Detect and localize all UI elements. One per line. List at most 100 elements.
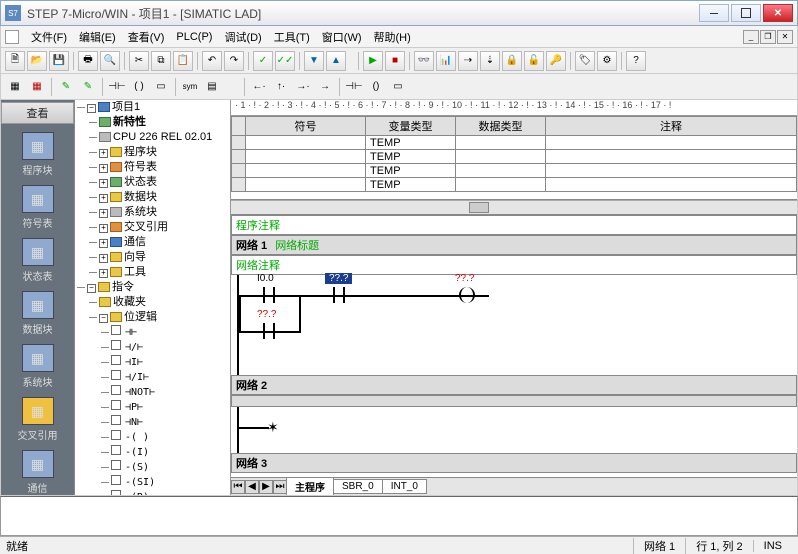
upload-button[interactable]: ▲ (326, 51, 346, 71)
local-variable-table[interactable]: 符号 变量类型 数据类型 注释 TEMPTEMPTEMPTEMP (231, 116, 797, 200)
ladder-network-2[interactable]: ✶ (237, 407, 797, 453)
minimize-button[interactable] (699, 4, 729, 22)
network-header-3[interactable]: 网络 3 (231, 453, 797, 473)
tree-node-label[interactable]: 工具 (124, 266, 146, 278)
insert-box-button[interactable]: ▭ (388, 77, 408, 97)
tree-toggle[interactable]: + (99, 179, 108, 188)
tab-scroll-first[interactable]: ⏮ (231, 480, 245, 494)
menu-tools[interactable]: 工具(T) (268, 27, 316, 47)
tree-fav[interactable]: 收藏夹 (113, 296, 146, 308)
print-preview-button[interactable]: 🔍 (100, 51, 120, 71)
line-down-button[interactable]: →· (293, 77, 313, 97)
table-row[interactable]: TEMP (232, 150, 797, 164)
tree-toggle[interactable]: + (99, 239, 108, 248)
nav-item-1[interactable]: ▦符号表 (8, 185, 68, 230)
maximize-button[interactable] (731, 4, 761, 22)
instruction-item[interactable]: ⊣/I⊢ (111, 370, 230, 385)
menu-window[interactable]: 窗口(W) (316, 27, 368, 47)
tree-node-label[interactable]: 状态表 (124, 176, 157, 188)
cut-button[interactable]: ✂ (129, 51, 149, 71)
network-header-1[interactable]: 网络 1 网络标题 (231, 235, 797, 255)
nav-item-4[interactable]: ▦系统块 (8, 344, 68, 389)
nav-item-6[interactable]: ▦通信 (8, 450, 68, 495)
tree-toggle[interactable]: + (99, 209, 108, 218)
tree-toggle[interactable]: + (99, 194, 108, 203)
instruction-item[interactable]: -(S) (111, 460, 230, 475)
compile-all-button[interactable]: ✓✓ (275, 51, 295, 71)
tree-toggle[interactable]: + (99, 164, 108, 173)
contact-button[interactable]: ⊣⊢ (107, 77, 127, 97)
nav-item-2[interactable]: ▦状态表 (8, 238, 68, 283)
col-comment[interactable]: 注释 (546, 117, 797, 136)
network-title-1[interactable]: 网络标题 (275, 237, 319, 253)
tree-instr[interactable]: 指令 (112, 281, 134, 293)
undo-button[interactable]: ↶ (202, 51, 222, 71)
tree-toggle[interactable]: + (99, 269, 108, 278)
tree-toggle[interactable]: − (87, 104, 96, 113)
network-title-2-empty[interactable] (231, 395, 797, 407)
tree-toggle[interactable]: + (99, 149, 108, 158)
tree-node-label[interactable]: 向导 (124, 251, 146, 263)
tab-sbr0[interactable]: SBR_0 (333, 479, 383, 494)
instruction-item[interactable]: ⊣P⊢ (111, 400, 230, 415)
menu-debug[interactable]: 调试(D) (218, 27, 267, 47)
tree-node-label[interactable]: 数据块 (124, 191, 157, 203)
save-button[interactable]: 💾 (49, 51, 69, 71)
tab-scroll-last[interactable]: ⏭ (273, 480, 287, 494)
download-button[interactable]: ▼ (304, 51, 324, 71)
options-button[interactable]: ⚙ (597, 51, 617, 71)
tree-root[interactable]: 项目1 (112, 101, 140, 113)
nav-item-3[interactable]: ▦数据块 (8, 291, 68, 336)
tree-node-label[interactable]: 程序块 (124, 146, 157, 158)
ladder-network-1[interactable]: I0.0 ??.? ??.? ??.? (237, 275, 797, 375)
instruction-item[interactable]: ⊣⊢ (111, 325, 230, 340)
toggle-bookmarks-button[interactable]: 🏷 (575, 51, 595, 71)
instruction-item[interactable]: ⊣/⊢ (111, 340, 230, 355)
new-button[interactable]: 🗎 (5, 51, 25, 71)
instruction-item[interactable]: -(I) (111, 445, 230, 460)
line-left-button[interactable]: ←· (249, 77, 269, 97)
instruction-item[interactable]: -(R) (111, 490, 230, 495)
col-datatype[interactable]: 数据类型 (456, 117, 546, 136)
poe-comment-button[interactable]: ✎ (56, 77, 76, 97)
paste-button[interactable]: 📋 (173, 51, 193, 71)
print-button[interactable]: 🖶 (78, 51, 98, 71)
instruction-item[interactable]: ⊣NOT⊢ (111, 385, 230, 400)
ladder-editor[interactable]: 程序注释 网络 1 网络标题 网络注释 I0.0 ??.? ??.? (231, 214, 797, 477)
stop-button[interactable]: ■ (385, 51, 405, 71)
redo-button[interactable]: ↷ (224, 51, 244, 71)
monitor-button[interactable]: 👓 (414, 51, 434, 71)
program-comment[interactable]: 程序注释 (231, 215, 797, 235)
coil-element[interactable] (459, 287, 475, 303)
contact-element[interactable] (259, 323, 279, 339)
network-comment-1[interactable]: 网络注释 (231, 255, 797, 275)
help-button[interactable]: ? (626, 51, 646, 71)
tab-scroll-prev[interactable]: ◀ (245, 480, 259, 494)
coil-error-address[interactable]: ??.? (455, 273, 474, 284)
insert-coil-button[interactable]: () (366, 77, 386, 97)
tab-main[interactable]: 主程序 (286, 477, 334, 495)
tree-cpu[interactable]: CPU 226 REL 02.01 (113, 131, 212, 143)
table-hscrollbar[interactable] (231, 200, 797, 214)
contact-address[interactable]: I0.0 (257, 273, 274, 284)
status-chart-button[interactable]: 📊 (436, 51, 456, 71)
menu-help[interactable]: 帮助(H) (368, 27, 417, 47)
write-all-button[interactable]: ⇣ (480, 51, 500, 71)
tree-toggle[interactable]: + (99, 224, 108, 233)
instruction-item[interactable]: ⊣I⊢ (111, 355, 230, 370)
contact-error-address[interactable]: ??.? (257, 309, 276, 320)
box-button[interactable]: ▭ (151, 77, 171, 97)
tree-toggle[interactable]: − (87, 284, 96, 293)
delete-network-button[interactable]: ▦ (27, 77, 47, 97)
tab-int0[interactable]: INT_0 (382, 479, 427, 494)
tree-node-label[interactable]: 符号表 (124, 161, 157, 173)
single-read-button[interactable]: ⇢ (458, 51, 478, 71)
force-button[interactable]: 🔒 (502, 51, 522, 71)
network-header-2[interactable]: 网络 2 (231, 375, 797, 395)
nav-item-0[interactable]: ▦程序块 (8, 132, 68, 177)
instruction-item[interactable]: -( ) (111, 430, 230, 445)
menu-plc[interactable]: PLC(P) (170, 29, 218, 45)
output-window[interactable] (0, 496, 798, 536)
tab-scroll-next[interactable]: ▶ (259, 480, 273, 494)
mdi-restore-button[interactable]: ❐ (760, 30, 776, 44)
